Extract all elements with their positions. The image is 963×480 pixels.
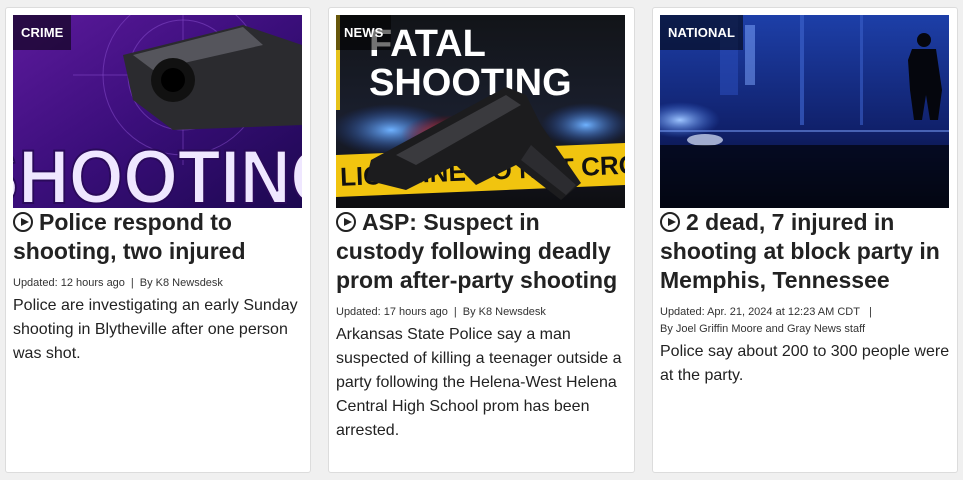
story-meta: Updated: 12 hours ago | By K8 Newsdesk [13, 275, 305, 292]
story-headline[interactable]: 2 dead, 7 injured in shooting at block p… [660, 208, 952, 295]
story-meta: Updated: Apr. 21, 2024 at 12:23 AM CDT | … [660, 304, 952, 338]
updated-time: Updated: 12 hours ago [13, 277, 125, 289]
play-icon [13, 212, 33, 232]
play-icon [660, 212, 680, 232]
story-summary: Police say about 200 to 300 people were … [660, 343, 950, 384]
category-label[interactable]: CRIME [13, 15, 72, 50]
meta-separator: | [453, 306, 457, 318]
play-icon [336, 212, 356, 232]
byline[interactable]: By K8 Newsdesk [463, 306, 546, 318]
shooting-word-art: SHOOTING [369, 62, 572, 104]
headline-text: 2 dead, 7 injured in shooting at block p… [660, 209, 940, 293]
story-meta: Updated: 17 hours ago | By K8 Newsdesk [336, 304, 628, 321]
story-thumbnail[interactable]: SHOOTING CRIME [13, 15, 302, 208]
story-headline[interactable]: Police respond to shooting, two injured [13, 208, 305, 266]
story-card-news: FATAL SHOOTING LICE LINE DO NOT CROSS NE… [328, 7, 635, 473]
story-summary: Police are investigating an early Sunday… [13, 297, 298, 362]
updated-time: Updated: 17 hours ago [336, 306, 448, 318]
headline-text: ASP: Suspect in custody following deadly… [336, 209, 618, 293]
meta-separator: | [130, 277, 134, 289]
story-card-national: NATIONAL 2 dead, 7 injured in shooting a… [652, 7, 958, 473]
story-headline[interactable]: ASP: Suspect in custody following deadly… [336, 208, 628, 295]
story-thumbnail[interactable]: NATIONAL [660, 15, 949, 208]
byline[interactable]: By K8 Newsdesk [140, 277, 223, 289]
story-card-crime: SHOOTING CRIME Police respond to shootin… [5, 7, 311, 473]
meta-separator: | [868, 306, 872, 318]
byline[interactable]: By Joel Griffin Moore and Gray News staf… [660, 323, 865, 335]
category-label[interactable]: NATIONAL [660, 15, 743, 50]
story-summary: Arkansas State Police say a man suspecte… [336, 326, 622, 439]
headline-text: Police respond to shooting, two injured [13, 209, 246, 264]
category-label[interactable]: NEWS [336, 15, 392, 50]
shooting-word-art: SHOOTING [13, 135, 302, 208]
story-thumbnail[interactable]: FATAL SHOOTING LICE LINE DO NOT CROSS NE… [336, 15, 625, 208]
updated-time: Updated: Apr. 21, 2024 at 12:23 AM CDT [660, 306, 860, 318]
